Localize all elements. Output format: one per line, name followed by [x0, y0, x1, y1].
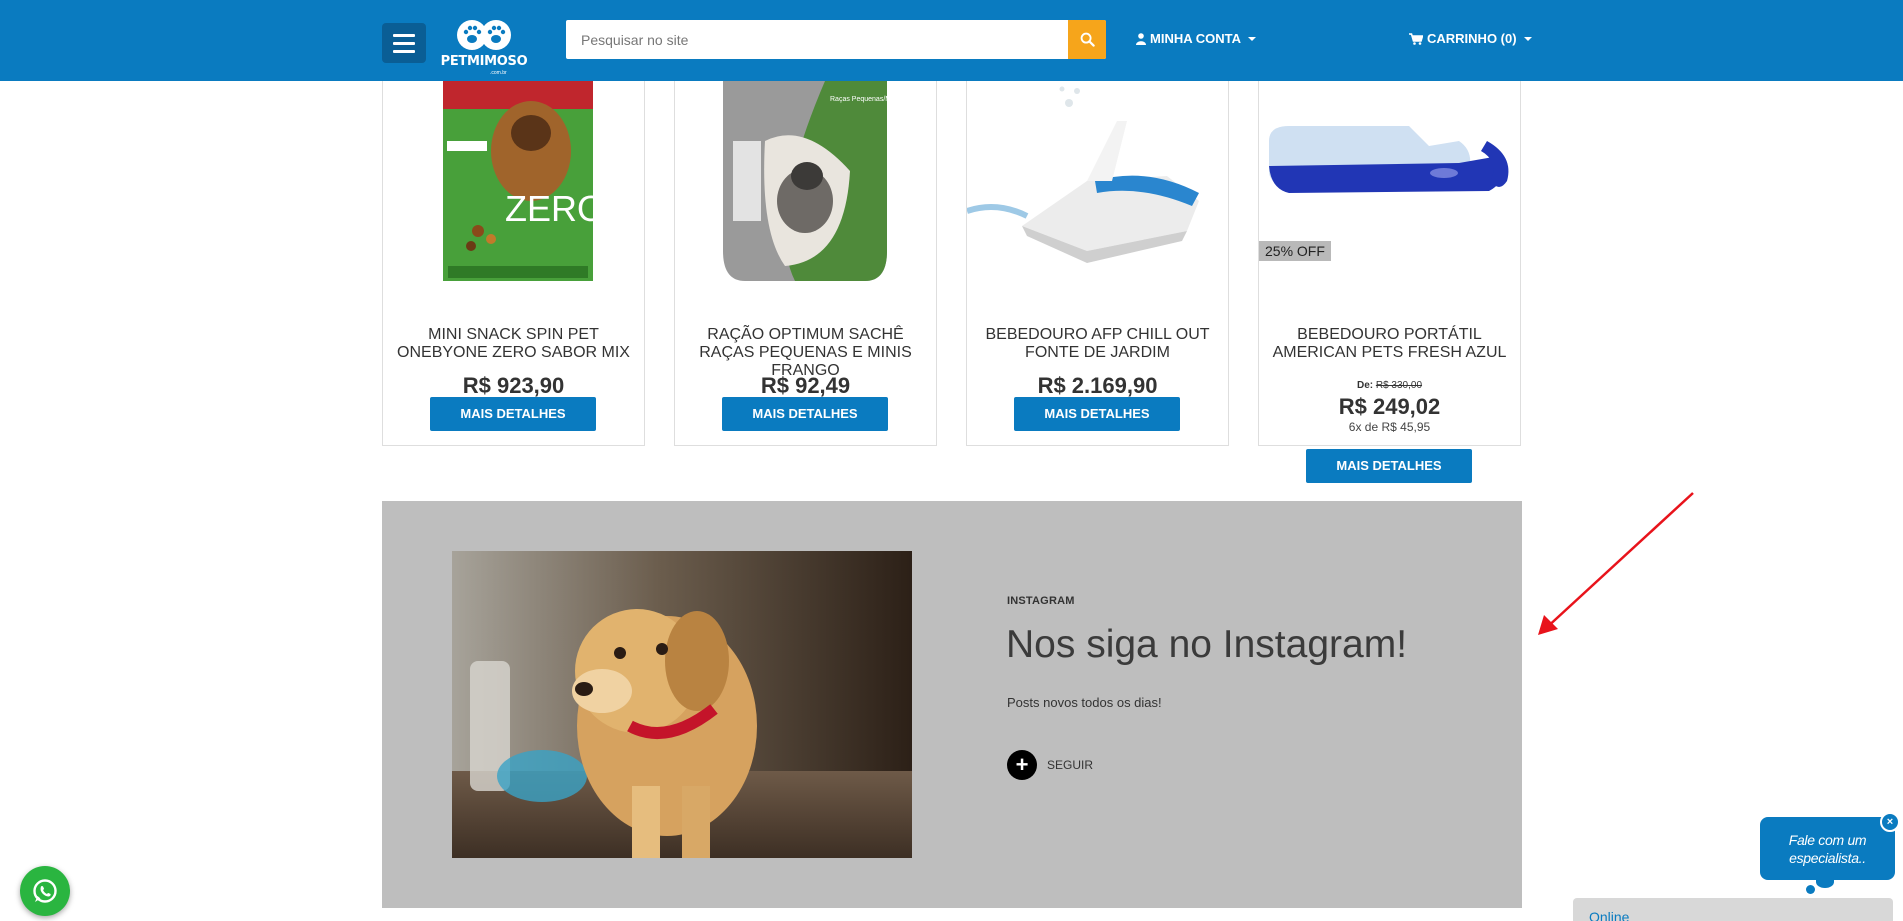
chat-status-bar[interactable]: Online [1573, 898, 1893, 921]
product-card: BEBEDOURO AFP CHILL OUT FONTE DE JARDIM … [966, 50, 1229, 446]
hamburger-menu-button[interactable] [382, 23, 426, 63]
search-input[interactable] [566, 20, 1068, 59]
puppy-photo [452, 551, 912, 858]
menu-line-icon [393, 49, 415, 53]
user-icon [1136, 32, 1146, 45]
chevron-down-icon [1523, 36, 1532, 41]
search-button[interactable] [1068, 20, 1106, 59]
cart-icon [1409, 32, 1423, 45]
page: PETMIMOSO .com.br MINHA CONTA [0, 0, 1903, 921]
paw-logo-icon [457, 20, 511, 50]
product-name[interactable]: BEBEDOURO PORTÁTIL AMERICAN PETS FRESH A… [1269, 326, 1510, 362]
product-price: R$ 2.169,90 [1037, 373, 1158, 398]
snack-package-image: ZERO [443, 81, 605, 281]
account-label: MINHA CONTA [1150, 31, 1241, 46]
details-button[interactable]: MAIS DETALHES [430, 397, 596, 431]
instagram-description: Posts novos todos os dias! [1007, 695, 1162, 710]
search-icon [1080, 32, 1095, 47]
product-image[interactable]: 25% OFF [1259, 81, 1520, 301]
instagram-title: Nos siga no Instagram! [1006, 623, 1408, 666]
discount-badge: 25% OFF [1259, 241, 1331, 261]
product-image[interactable]: Raças Pequenas/Minis [675, 81, 936, 301]
product-card: 25% OFF BEBEDOURO PORTÁTIL AMERICAN PETS… [1258, 50, 1521, 483]
chevron-down-icon [1248, 36, 1256, 41]
follow-button[interactable]: + SEGUIR [1007, 750, 1093, 780]
product-card: Raças Pequenas/Minis RAÇÃO OPTIMUM SACHÊ… [674, 50, 937, 446]
svg-text:ZERO: ZERO [505, 188, 605, 229]
chat-bubble-tail [1816, 876, 1834, 888]
product-price: R$ 92,49 [760, 373, 851, 398]
portable-bottle-image [1269, 126, 1509, 193]
chat-bubble[interactable]: Fale com um especialista.. [1760, 817, 1895, 880]
menu-line-icon [393, 41, 415, 45]
product-installment: 6x de R$ 45,95 [1348, 420, 1431, 434]
chat-bubble-dot [1806, 885, 1815, 894]
puppy-image [452, 551, 912, 858]
product-image[interactable]: ZERO [383, 81, 644, 301]
close-icon[interactable]: × [1880, 812, 1900, 832]
details-button[interactable]: MAIS DETALHES [1306, 449, 1472, 483]
plus-icon: + [1007, 750, 1037, 780]
red-arrow-annotation [1538, 492, 1694, 635]
product-name[interactable]: BEBEDOURO AFP CHILL OUT FONTE DE JARDIM [977, 326, 1218, 362]
site-logo[interactable]: PETMIMOSO .com.br [438, 18, 530, 78]
cart-label: CARRINHO (0) [1427, 31, 1517, 46]
menu-line-icon [393, 33, 415, 37]
details-button[interactable]: MAIS DETALHES [722, 397, 888, 431]
water-fountain-image [967, 86, 1199, 263]
svg-text:Raças Pequenas/Minis: Raças Pequenas/Minis [830, 96, 902, 103]
product-price: R$ 923,90 [462, 373, 565, 398]
logo-domain: .com.br [490, 70, 507, 76]
header: PETMIMOSO .com.br MINHA CONTA [0, 0, 1903, 81]
old-price: De: R$ 330,00 [1259, 380, 1520, 391]
follow-label: SEGUIR [1047, 758, 1094, 772]
logo-wordmark: PETMIMOSO [440, 54, 528, 69]
whatsapp-button[interactable] [20, 866, 70, 916]
search-bar [566, 20, 1106, 59]
chat-status-label: Online [1589, 909, 1630, 921]
product-card: ZERO MINI SNACK SPIN PET ONEBYONE ZERO S… [382, 50, 645, 446]
instagram-section: INSTAGRAM Nos siga no Instagram! Posts n… [382, 501, 1522, 908]
details-button[interactable]: MAIS DETALHES [1014, 397, 1180, 431]
product-name[interactable]: MINI SNACK SPIN PET ONEBYONE ZERO SABOR … [393, 326, 634, 362]
food-pouch-image: Raças Pequenas/Minis [723, 81, 902, 281]
instagram-kicker: INSTAGRAM [1007, 595, 1075, 607]
product-name[interactable]: RAÇÃO OPTIMUM SACHÊ RAÇAS PEQUENAS E MIN… [685, 326, 926, 380]
cart-menu[interactable]: CARRINHO (0) [1409, 31, 1532, 46]
product-image[interactable] [967, 81, 1228, 301]
whatsapp-icon [33, 879, 57, 903]
old-price-label: De: [1356, 380, 1374, 391]
account-menu[interactable]: MINHA CONTA [1136, 31, 1256, 46]
old-price-value: R$ 330,00 [1375, 380, 1423, 391]
product-price: R$ 249,02 [1338, 394, 1441, 419]
